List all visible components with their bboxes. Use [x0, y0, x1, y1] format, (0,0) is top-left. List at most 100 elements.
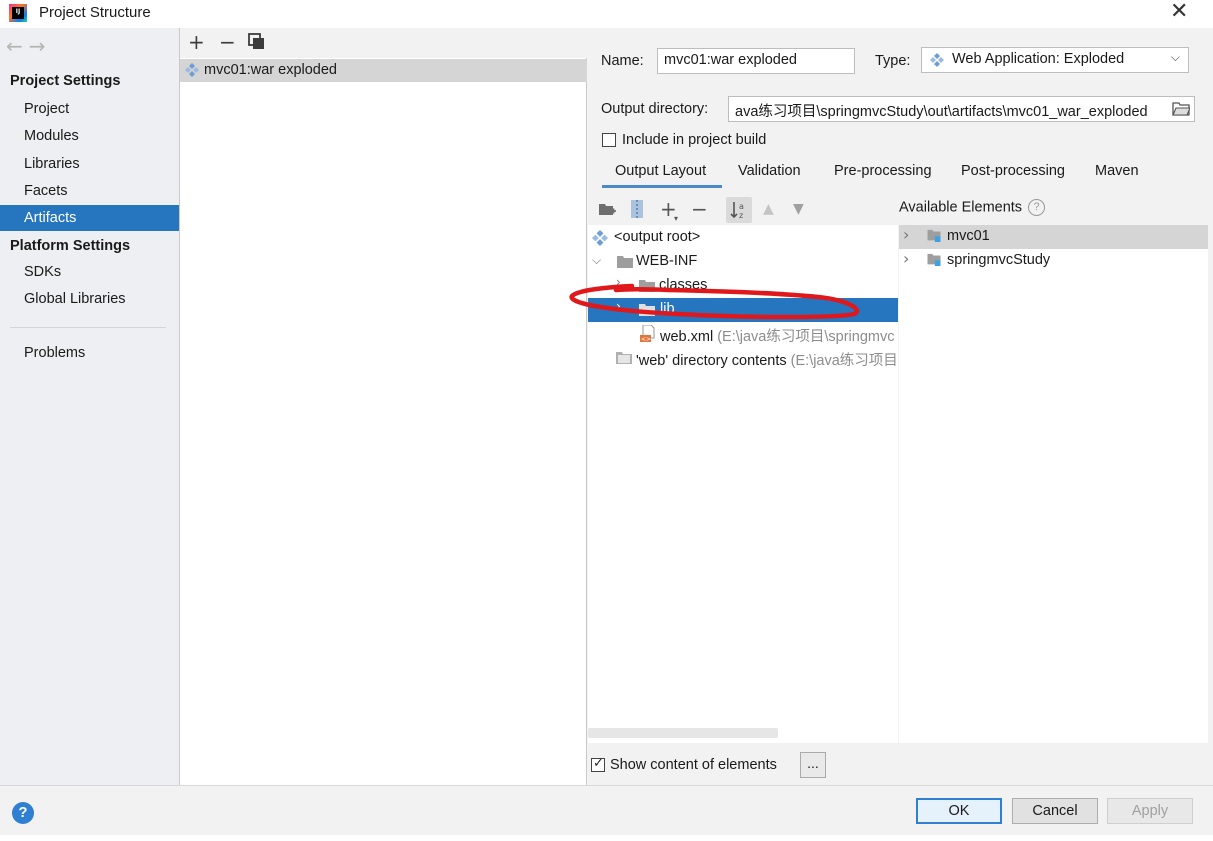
sort-elements-button[interactable]: az — [726, 197, 752, 223]
tab-maven[interactable]: Maven — [1095, 163, 1139, 179]
copy-artifact-button[interactable] — [248, 32, 266, 56]
remove-element-button[interactable]: − — [691, 199, 708, 219]
xml-file-icon: <> — [640, 325, 655, 343]
chevron-right-icon[interactable]: › — [903, 225, 909, 244]
sidebar-item-project[interactable]: Project — [0, 96, 179, 122]
svg-text:z: z — [739, 211, 743, 220]
folder-icon — [616, 352, 632, 364]
tree-path: (E:\java练习项目 — [790, 353, 898, 369]
tree-path: (E:\java练习项目\springmvc — [717, 329, 895, 345]
folder-icon — [639, 304, 655, 316]
output-layout-toolbar: + ▾ − az ▲ ▼ — [588, 193, 898, 225]
ok-button[interactable]: OK — [916, 798, 1002, 824]
artifact-list-item[interactable]: mvc01:war exploded — [180, 59, 587, 82]
available-item-label: springmvcStudy — [947, 252, 1051, 268]
sidebar-item-sdks[interactable]: SDKs — [0, 259, 179, 285]
chevron-down-icon[interactable]: ⌵ — [592, 253, 601, 268]
window-title: Project Structure — [39, 4, 151, 21]
sidebar-item-facets[interactable]: Facets — [0, 178, 179, 204]
artifact-name: mvc01:war exploded — [204, 62, 337, 78]
chevron-down-icon: ⌵ — [1170, 50, 1180, 64]
tree-label: classes — [659, 277, 708, 293]
module-folder-icon — [927, 253, 941, 266]
tree-row-output-root[interactable]: <output root> — [588, 226, 898, 250]
tree-label: 'web' directory contents — [636, 353, 787, 369]
history-navigation: ←→ — [6, 34, 52, 58]
include-in-build-checkbox[interactable] — [602, 133, 616, 147]
folder-icon — [617, 256, 633, 268]
tree-row-lib[interactable]: › lib — [588, 298, 898, 322]
include-in-build-label: Include in project build — [622, 132, 767, 148]
help-button[interactable]: ? — [12, 802, 34, 824]
title-bar: IJ Project Structure ✕ — [0, 0, 1213, 28]
sort-alpha-icon: az — [730, 202, 744, 220]
sidebar-item-modules[interactable]: Modules — [0, 123, 179, 149]
svg-text:a: a — [739, 202, 744, 211]
tree-label: web.xml — [660, 329, 714, 345]
horizontal-scrollbar[interactable] — [588, 728, 778, 738]
sidebar-item-artifacts[interactable]: Artifacts — [0, 205, 179, 231]
arrow-left-icon[interactable]: ← — [6, 34, 29, 58]
show-content-checkbox[interactable] — [591, 756, 605, 772]
tab-validation[interactable]: Validation — [738, 163, 801, 179]
svg-text:<>: <> — [641, 336, 651, 343]
output-directory-label: Output directory: — [601, 101, 709, 117]
intellij-idea-icon: IJ — [9, 4, 27, 22]
help-icon[interactable]: ? — [1028, 199, 1046, 216]
tree-row-web-xml[interactable]: <> web.xml (E:\java练习项目\springmvc — [588, 322, 898, 346]
apply-button[interactable]: Apply — [1107, 798, 1193, 824]
tab-post-processing[interactable]: Post-processing — [961, 163, 1065, 179]
chevron-right-icon[interactable]: › — [903, 249, 909, 268]
available-item-label: mvc01 — [947, 228, 990, 244]
name-input[interactable]: mvc01:war exploded — [657, 48, 855, 74]
artifact-details: Name: mvc01:war exploded Type: Web Appli… — [588, 28, 1213, 785]
show-content-row: Show content of elements ... — [588, 750, 1213, 780]
create-directory-icon[interactable] — [598, 201, 616, 217]
type-select-value: Web Application: Exploded — [952, 51, 1125, 67]
web-artifact-icon — [930, 53, 944, 67]
remove-artifact-button[interactable]: − — [219, 30, 236, 54]
settings-sidebar: ←→ Project Settings Project Modules Libr… — [0, 28, 180, 785]
artifacts-panel: + − mvc01:war exploded — [180, 28, 587, 785]
available-item-mvc01[interactable]: › mvc01 — [899, 225, 1208, 249]
sidebar-item-global-libraries[interactable]: Global Libraries — [0, 286, 179, 312]
folder-icon — [639, 280, 655, 292]
available-elements-header: Available Elements ? — [899, 193, 1213, 225]
available-item-springmvcstudy[interactable]: › springmvcStudy — [899, 249, 1208, 273]
move-down-icon[interactable]: ▼ — [793, 199, 804, 219]
sidebar-divider — [10, 327, 166, 328]
sidebar-item-libraries[interactable]: Libraries — [0, 151, 179, 177]
platform-settings-header: Platform Settings — [10, 238, 131, 254]
tree-label: <output root> — [614, 229, 701, 245]
type-select[interactable]: Web Application: Exploded ⌵ — [921, 47, 1189, 73]
web-artifact-icon — [185, 63, 199, 77]
chevron-right-icon[interactable]: › — [616, 275, 621, 289]
show-content-options-button[interactable]: ... — [800, 752, 826, 778]
tree-row-web-directory-contents[interactable]: 'web' directory contents (E:\java练习项目 — [588, 346, 898, 370]
tree-row-classes[interactable]: › classes — [588, 274, 898, 298]
move-up-icon[interactable]: ▲ — [763, 199, 774, 219]
tab-pre-processing[interactable]: Pre-processing — [834, 163, 932, 179]
copy-icon — [248, 33, 264, 49]
window-bottom-edge — [0, 835, 1213, 841]
add-artifact-button[interactable]: + — [188, 30, 205, 54]
name-label: Name: — [601, 53, 644, 69]
available-elements-tree: › mvc01 › springmvcStudy — [899, 225, 1208, 743]
output-directory-input[interactable]: ava练习项目\springmvcStudy\out\artifacts\mvc… — [728, 96, 1195, 122]
close-icon[interactable]: ✕ — [1170, 1, 1188, 23]
tree-row-web-inf[interactable]: ⌵ WEB-INF — [588, 250, 898, 274]
browse-folder-icon[interactable] — [1172, 101, 1190, 116]
project-settings-header: Project Settings — [10, 73, 121, 89]
sidebar-item-problems[interactable]: Problems — [0, 340, 179, 366]
cancel-button[interactable]: Cancel — [1012, 798, 1098, 824]
artifacts-toolbar: + − — [180, 28, 587, 58]
output-layout-tree: <output root> ⌵ WEB-INF › classes › lib … — [588, 225, 898, 743]
output-directory-value: ava练习项目\springmvcStudy\out\artifacts\mvc… — [735, 104, 1148, 120]
archive-icon[interactable] — [630, 199, 644, 219]
arrow-right-icon[interactable]: → — [29, 34, 52, 58]
tree-label: WEB-INF — [636, 253, 698, 269]
tab-output-layout[interactable]: Output Layout — [615, 163, 706, 179]
chevron-right-icon[interactable]: › — [616, 299, 621, 313]
show-content-label: Show content of elements — [610, 757, 777, 773]
output-root-icon — [592, 230, 608, 246]
